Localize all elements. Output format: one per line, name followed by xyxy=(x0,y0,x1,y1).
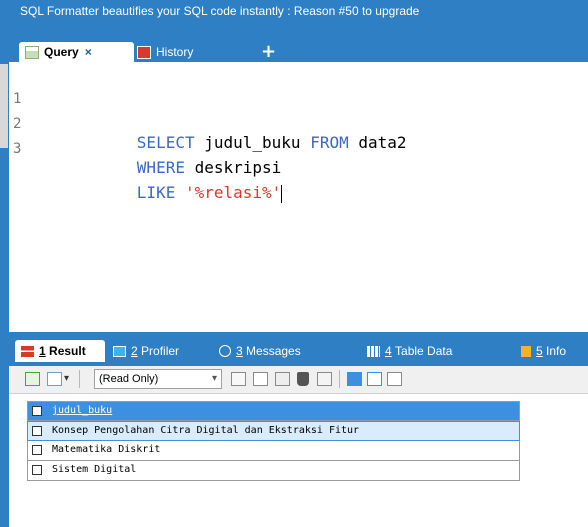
tab-info-num: 5 xyxy=(536,344,543,358)
column-header[interactable]: judul_buku xyxy=(52,402,112,420)
table-row[interactable]: Konsep Pengolahan Citra Digital dan Ekst… xyxy=(27,421,520,441)
grid-view-icon[interactable] xyxy=(347,372,362,386)
tab-profiler[interactable]: 2 Profiler xyxy=(113,340,179,362)
tab-table-data-num: 4 xyxy=(385,344,392,358)
query-icon xyxy=(25,45,39,59)
cell-judul-buku[interactable]: Konsep Pengolahan Citra Digital dan Ekst… xyxy=(52,422,359,440)
result-tab-bar: 1 Result 2 Profiler 3 Messages 4 Table D… xyxy=(9,332,588,366)
filter-icon[interactable] xyxy=(317,372,332,386)
sql-keyword: FROM xyxy=(310,133,349,152)
query-editor[interactable]: 1 SELECT judul_buku FROM data2 2 WHERE d… xyxy=(9,62,588,332)
gutter-marker xyxy=(0,64,8,148)
tab-info[interactable]: 5 Info xyxy=(521,340,566,362)
tab-query-label: Query xyxy=(44,45,79,59)
sql-string: '%relasi%' xyxy=(175,183,282,202)
sql-identifier: data2 xyxy=(348,133,407,152)
table-row[interactable]: Matematika Diskrit xyxy=(27,441,520,461)
row-checkbox[interactable] xyxy=(32,426,42,436)
delete-icon[interactable] xyxy=(297,372,309,386)
grid-header-row[interactable]: judul_buku xyxy=(27,401,520,421)
history-icon xyxy=(137,45,151,59)
toolbar-divider xyxy=(79,370,80,388)
banner-text: SQL Formatter beautifies your SQL code i… xyxy=(20,4,420,18)
tab-table-data-label: Table Data xyxy=(395,344,453,358)
row-checkbox[interactable] xyxy=(32,445,42,455)
read-only-select[interactable]: (Read Only) ▾ xyxy=(94,369,222,389)
tab-history-label: History xyxy=(156,45,194,59)
dropdown-arrow-icon: ▾ xyxy=(211,373,217,384)
read-only-value: (Read Only) xyxy=(99,373,159,385)
tab-messages[interactable]: 3 Messages xyxy=(219,340,301,362)
result-grid-icon xyxy=(21,345,34,357)
tab-history[interactable]: History xyxy=(137,42,193,62)
form-view-icon[interactable] xyxy=(367,372,382,386)
tab-result-num: 1 xyxy=(39,344,46,358)
code-line: 2 WHERE deskripsi xyxy=(9,91,281,177)
select-all-checkbox[interactable] xyxy=(32,406,42,416)
tab-query[interactable]: Query × xyxy=(19,42,134,62)
code-line: 3 LIKE '%relasi%' xyxy=(9,116,283,203)
text-view-icon[interactable] xyxy=(387,372,402,386)
table-row[interactable]: Sistem Digital xyxy=(27,461,520,481)
text-caret xyxy=(281,184,283,203)
line-number: 3 xyxy=(13,141,22,157)
close-icon[interactable]: × xyxy=(85,42,92,62)
tab-info-label: Info xyxy=(546,344,567,358)
upgrade-banner[interactable]: SQL Formatter beautifies your SQL code i… xyxy=(0,0,588,22)
cell-judul-buku[interactable]: Matematika Diskrit xyxy=(52,441,160,459)
sql-keyword: LIKE xyxy=(136,183,176,202)
result-toolbar: ▾ (Read Only) ▾ xyxy=(9,366,588,394)
editor-tab-bar: Query × History + xyxy=(9,22,588,62)
view-mode-icon[interactable] xyxy=(47,372,62,386)
tab-profiler-label: Profiler xyxy=(141,344,180,358)
profiler-icon xyxy=(113,345,126,357)
tab-result[interactable]: 1 Result xyxy=(15,340,105,362)
copy-icon[interactable] xyxy=(275,372,290,386)
chevron-down-icon[interactable]: ▾ xyxy=(64,372,74,386)
refresh-icon[interactable] xyxy=(253,372,268,386)
export-icon[interactable] xyxy=(25,372,40,386)
save-icon[interactable] xyxy=(231,372,246,386)
tab-table-data[interactable]: 4 Table Data xyxy=(367,340,452,362)
result-grid: judul_buku Konsep Pengolahan Citra Digit… xyxy=(27,401,520,481)
tab-profiler-num: 2 xyxy=(131,344,138,358)
row-checkbox[interactable] xyxy=(32,465,42,475)
tab-result-label: Result xyxy=(49,344,86,358)
cell-judul-buku[interactable]: Sistem Digital xyxy=(52,461,136,479)
toolbar-divider xyxy=(339,370,340,388)
table-icon xyxy=(367,345,380,357)
code-line: 1 SELECT judul_buku FROM data2 xyxy=(9,66,407,152)
tab-messages-num: 3 xyxy=(236,344,243,358)
info-icon xyxy=(219,345,231,357)
add-tab-button[interactable]: + xyxy=(261,42,276,62)
tab-messages-label: Messages xyxy=(246,344,301,358)
info-tab-icon xyxy=(521,345,531,357)
